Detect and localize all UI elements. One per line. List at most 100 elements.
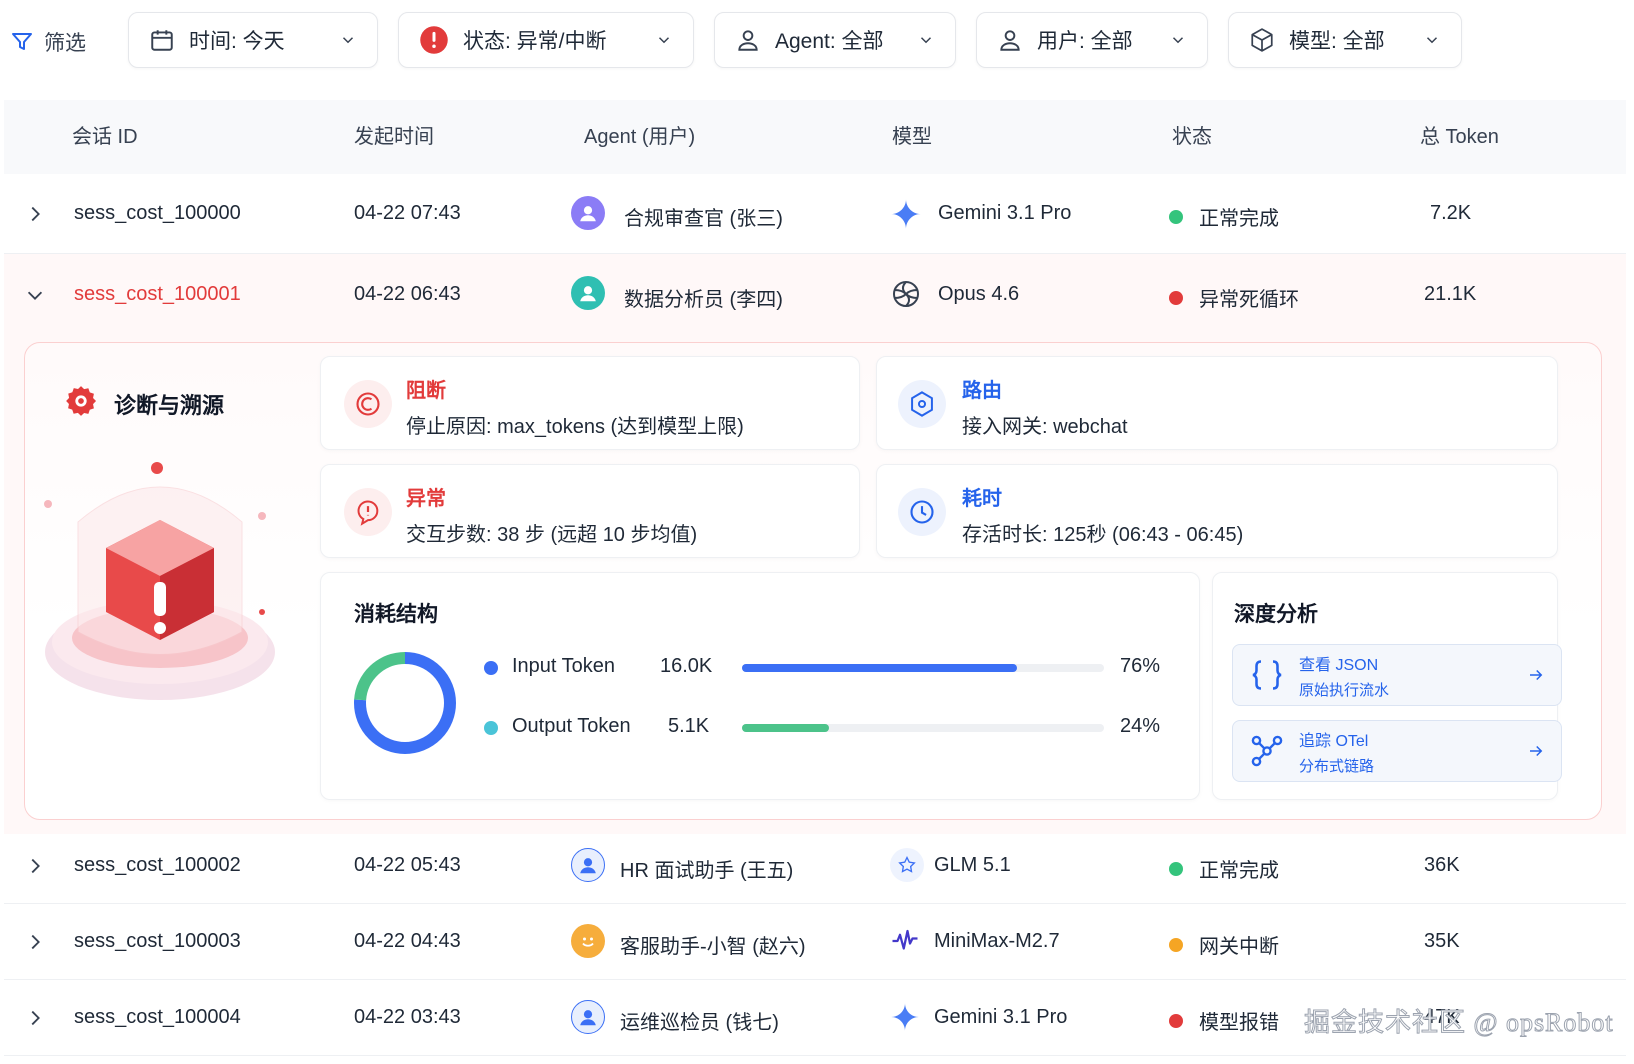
user-filter-dropdown[interactable]: 用户: 全部 <box>976 12 1208 68</box>
status-dot <box>1169 937 1183 952</box>
output-token-bar-fill <box>742 724 829 732</box>
filter-icon <box>10 30 34 54</box>
block-icon <box>344 380 392 428</box>
total-token: 35K <box>1424 930 1460 952</box>
consumption-donut <box>350 648 460 758</box>
consumption-title: 消耗结构 <box>354 603 438 626</box>
start-time: 04-22 04:43 <box>354 930 461 952</box>
calendar-icon <box>149 27 175 53</box>
input-token-dot <box>484 661 498 675</box>
chevron-right-icon[interactable] <box>24 931 46 953</box>
input-token-row: Input Token 16.0K 76% <box>480 652 1180 684</box>
session-id[interactable]: sess_cost_100000 <box>74 202 241 225</box>
gemini-icon <box>890 1002 920 1032</box>
chevron-right-icon[interactable] <box>24 855 46 877</box>
header-agent[interactable]: Agent (用户) <box>584 100 695 174</box>
model-name: Gemini 3.1 Pro <box>938 202 1072 224</box>
status-text: 网关中断 <box>1199 936 1279 958</box>
input-token-percent: 76% <box>1120 655 1161 677</box>
status-badge: 模型报错 <box>1169 1006 1279 1035</box>
status-badge: 正常完成 <box>1169 854 1279 883</box>
table-header <box>4 100 1626 174</box>
model-filter-label: 模型: 全部 <box>1289 30 1385 53</box>
agent-name: 运维巡检员 (钱七) <box>620 1012 779 1034</box>
trace-otel-button[interactable]: 追踪 OTel 分布式链路 <box>1232 720 1562 782</box>
chevron-down-icon <box>1169 31 1187 49</box>
braces-icon <box>1249 657 1285 693</box>
alert-icon <box>419 25 449 55</box>
watermark: 掘金技术社区 @ opsRobot <box>1304 1008 1614 1038</box>
status-text: 异常死循环 <box>1199 289 1299 311</box>
table-row[interactable]: sess_cost_100000 04-22 07:43 合规审查官 (张三) … <box>4 174 1626 254</box>
table-row-expanded[interactable]: sess_cost_100001 04-22 06:43 数据分析员 (李四) … <box>4 254 1626 336</box>
total-token: 7.2K <box>1430 202 1472 224</box>
user-filter-label: 用户: 全部 <box>1037 30 1133 53</box>
output-token-row: Output Token 5.1K 24% <box>480 712 1180 744</box>
trace-otel-subtitle: 分布式链路 <box>1299 757 1375 775</box>
view-json-button[interactable]: 查看 JSON 原始执行流水 <box>1232 644 1562 706</box>
status-filter-label: 状态: 异常/中断 <box>463 30 607 53</box>
chevron-right-icon[interactable] <box>24 203 46 225</box>
agent-filter-dropdown[interactable]: Agent: 全部 <box>714 12 956 68</box>
anomaly-text: 交互步数: 38 步 (远超 10 步均值) <box>406 524 698 546</box>
session-id[interactable]: sess_cost_100002 <box>74 854 241 877</box>
view-json-title: 查看 JSON <box>1299 656 1379 674</box>
waveform-icon <box>890 926 920 956</box>
status-dot <box>1169 1013 1183 1028</box>
time-filter-label: 时间: 今天 <box>189 30 285 53</box>
gemini-icon <box>890 198 922 230</box>
status-text: 正常完成 <box>1199 860 1279 882</box>
start-time: 04-22 03:43 <box>354 1006 461 1028</box>
status-filter-dropdown[interactable]: 状态: 异常/中断 <box>398 12 694 68</box>
model-name: Opus 4.6 <box>938 283 1020 305</box>
duration-title: 耗时 <box>962 488 1002 510</box>
diagnosis-title: 诊断与溯源 <box>114 393 225 418</box>
header-start-time[interactable]: 发起时间 <box>354 100 434 174</box>
arrow-right-icon <box>1527 666 1545 684</box>
route-title: 路由 <box>962 380 1002 402</box>
start-time: 04-22 05:43 <box>354 854 461 876</box>
model-filter-dropdown[interactable]: 模型: 全部 <box>1228 12 1462 68</box>
openai-style-logo-icon <box>890 278 922 310</box>
alert-cube-illustration <box>40 462 290 722</box>
status-dot <box>1169 861 1183 876</box>
model-name: MiniMax-M2.7 <box>934 930 1060 952</box>
avatar <box>571 848 605 882</box>
agent-name: 数据分析员 (李四) <box>624 289 783 311</box>
anomaly-icon <box>344 488 392 536</box>
avatar <box>571 1000 605 1034</box>
smile-avatar <box>571 924 605 958</box>
table-row[interactable]: sess_cost_100002 04-22 05:43 HR 面试助手 (王五… <box>4 828 1626 904</box>
table-row[interactable]: sess_cost_100003 04-22 04:43 客服助手-小智 (赵六… <box>4 904 1626 980</box>
trace-nodes-icon <box>1249 733 1285 769</box>
header-session-id[interactable]: 会话 ID <box>72 100 138 174</box>
agent-name: 合规审查官 (张三) <box>624 208 783 230</box>
route-text: 接入网关: webchat <box>962 416 1128 438</box>
status-dot <box>1169 290 1183 305</box>
start-time: 04-22 07:43 <box>354 202 461 224</box>
session-id[interactable]: sess_cost_100003 <box>74 930 241 953</box>
time-filter-dropdown[interactable]: 时间: 今天 <box>128 12 378 68</box>
view-json-subtitle: 原始执行流水 <box>1299 681 1390 699</box>
output-token-label: Output Token <box>512 715 631 737</box>
block-text: 停止原因: max_tokens (达到模型上限) <box>406 416 744 438</box>
avatar <box>571 196 605 230</box>
session-id[interactable]: sess_cost_100001 <box>74 283 241 306</box>
anomaly-title: 异常 <box>406 488 446 510</box>
agent-filter-label: Agent: 全部 <box>775 30 884 53</box>
header-total-token[interactable]: 总 Token <box>1420 100 1499 174</box>
chevron-down-icon <box>917 31 935 49</box>
filter-label[interactable]: 筛选 <box>10 22 86 62</box>
total-token: 36K <box>1424 854 1460 876</box>
user-icon <box>735 27 761 53</box>
session-id[interactable]: sess_cost_100004 <box>74 1006 241 1029</box>
agent-name: 客服助手-小智 (赵六) <box>620 936 806 958</box>
clock-icon <box>898 488 946 536</box>
cube-icon <box>1249 27 1275 53</box>
input-token-bar-fill <box>742 664 1018 672</box>
input-token-label: Input Token <box>512 655 616 677</box>
header-model[interactable]: 模型 <box>892 100 932 174</box>
header-status[interactable]: 状态 <box>1172 100 1212 174</box>
chevron-right-icon[interactable] <box>24 1007 46 1029</box>
chevron-down-icon[interactable] <box>24 284 46 306</box>
